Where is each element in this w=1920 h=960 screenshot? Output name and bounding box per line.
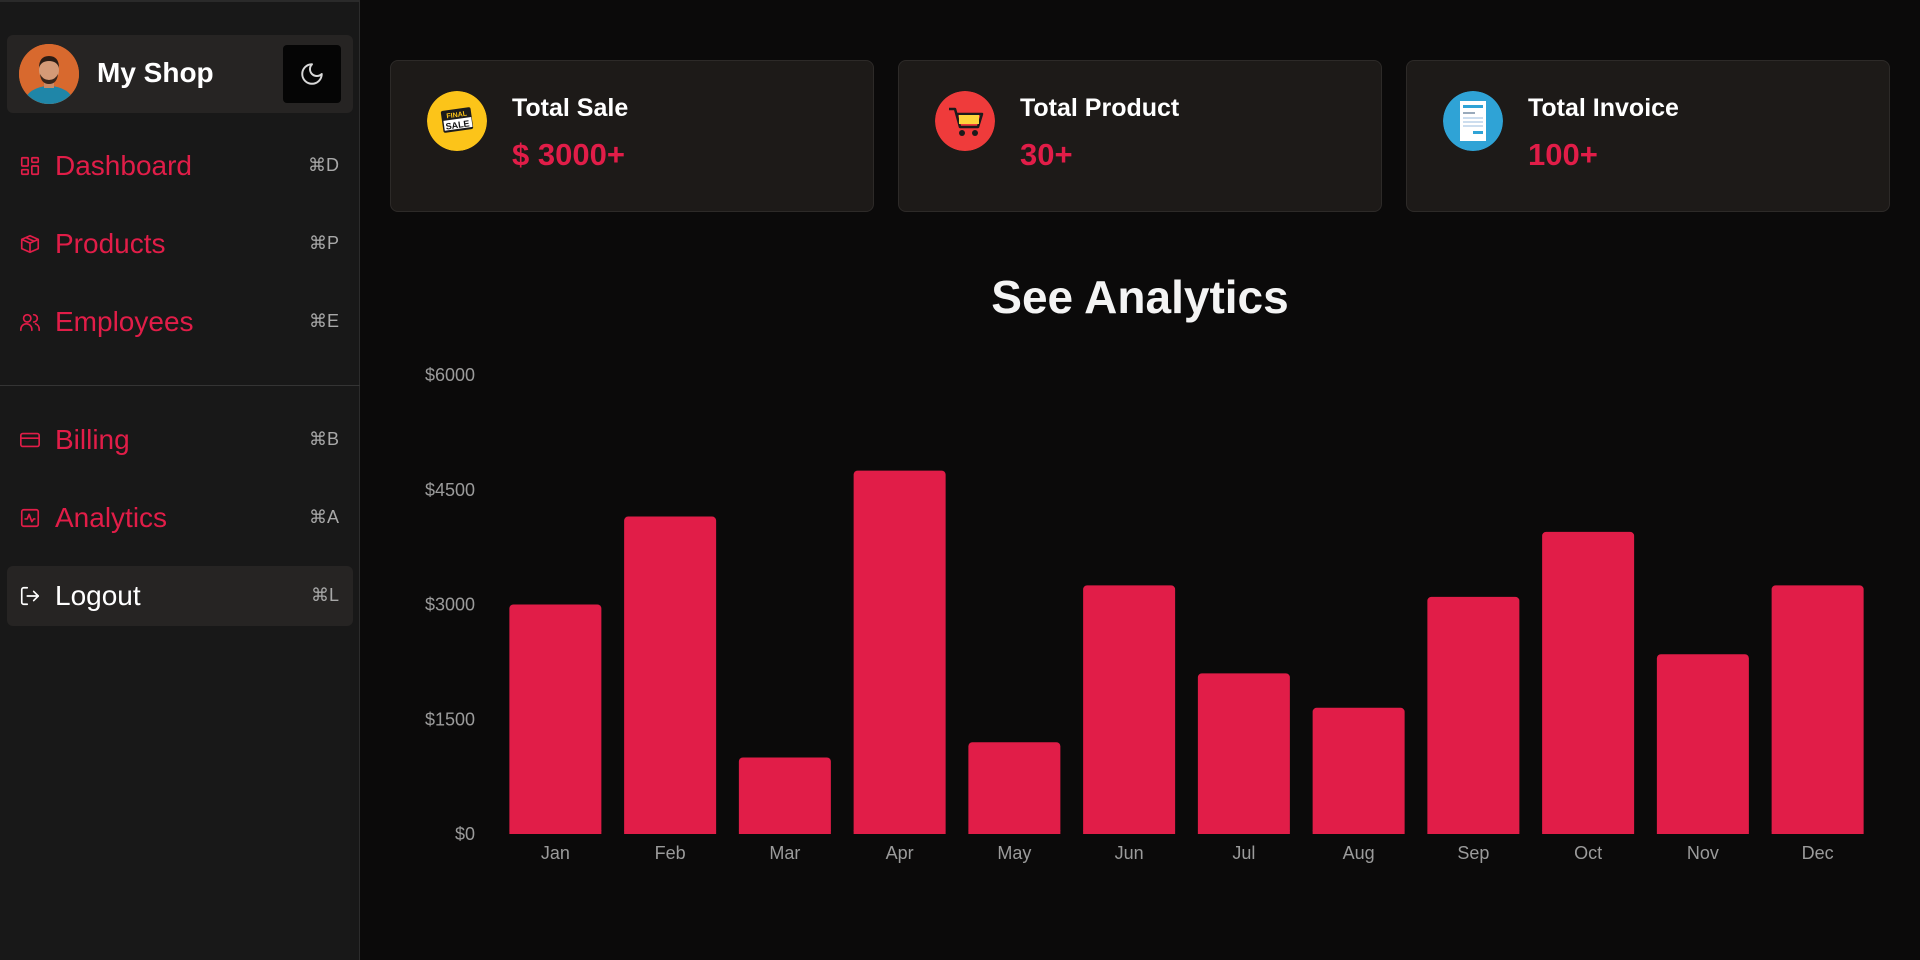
stat-card-total-sale: FINAL SALE Total Sale $ 3000+: [390, 60, 874, 212]
bar-base: [738, 830, 831, 834]
final-sale-icon: FINAL SALE: [427, 91, 487, 151]
sidebar-item-dashboard[interactable]: Dashboard ⌘D: [7, 136, 353, 196]
stat-card-total-invoice: Total Invoice 100+: [1406, 60, 1890, 212]
bar-base: [968, 830, 1061, 834]
card-title: Total Product: [1020, 94, 1180, 122]
analytics-title: See Analytics: [991, 271, 1289, 323]
invoice-icon: [1443, 91, 1503, 151]
bar-base: [1083, 830, 1176, 834]
credit-card-icon: [20, 432, 40, 448]
card-title: Total Sale: [512, 94, 629, 122]
x-tick-label: Nov: [1687, 843, 1719, 863]
users-icon: [20, 313, 40, 332]
bar-may[interactable]: [968, 742, 1061, 834]
shopping-cart-icon: [935, 91, 995, 151]
x-tick-label: Sep: [1457, 843, 1489, 863]
sidebar-item-label: Billing: [55, 424, 130, 455]
bar-jun[interactable]: [1083, 585, 1176, 834]
x-tick-label: Aug: [1343, 843, 1375, 863]
bar-dec[interactable]: [1771, 585, 1864, 834]
x-tick-label: Jan: [541, 843, 570, 863]
sidebar-item-billing[interactable]: Billing ⌘B: [7, 410, 353, 470]
x-tick-label: May: [997, 843, 1031, 863]
shortcut-hint: ⌘L: [310, 585, 339, 605]
card-value: $ 3000+: [512, 137, 625, 172]
x-tick-label: Jul: [1232, 843, 1255, 863]
bar-sep[interactable]: [1427, 596, 1520, 834]
bar-aug[interactable]: [1312, 707, 1405, 834]
bar-base: [509, 830, 602, 834]
sales-bar-chart: $0 $1500 $3000 $4500 $6000 Jan Feb Mar Apr May Jun…: [425, 365, 1864, 863]
y-tick-label: $4500: [425, 480, 475, 500]
bar-apr[interactable]: [853, 470, 946, 834]
theme-toggle-button[interactable]: [283, 45, 341, 103]
bar-base: [1656, 830, 1749, 834]
card-value: 30+: [1020, 137, 1073, 172]
bar-base: [1312, 830, 1405, 834]
y-tick-label: $0: [455, 824, 475, 844]
bar-jan[interactable]: [509, 604, 602, 835]
card-value: 100+: [1528, 137, 1598, 172]
shop-name: My Shop: [97, 57, 214, 88]
bar-base: [1427, 830, 1520, 834]
sidebar-item-label: Dashboard: [55, 150, 192, 181]
avatar[interactable]: [19, 44, 79, 104]
shortcut-hint: ⌘E: [308, 311, 339, 331]
x-tick-label: Dec: [1802, 843, 1834, 863]
shortcut-hint: ⌘D: [308, 155, 339, 175]
sidebar-item-label: Products: [55, 228, 166, 259]
logout-icon: [20, 586, 40, 606]
x-tick-label: Mar: [769, 843, 800, 863]
activity-icon: [20, 508, 40, 528]
stat-card-total-product: Total Product 30+: [898, 60, 1382, 212]
dashboard-icon: [20, 156, 40, 176]
sidebar-item-label: Analytics: [55, 502, 168, 533]
x-tick-label: Feb: [655, 843, 686, 863]
bar-base: [624, 830, 717, 834]
y-tick-label: $6000: [425, 365, 475, 385]
moon-icon: [301, 63, 323, 85]
bar-base: [1197, 830, 1290, 834]
shortcut-hint: ⌘B: [308, 429, 339, 449]
bar-base: [853, 830, 946, 834]
profile-header: My Shop: [7, 35, 353, 113]
bar-base: [1542, 830, 1635, 834]
bar-feb[interactable]: [624, 516, 717, 834]
sidebar-item-analytics[interactable]: Analytics ⌘A: [7, 488, 353, 548]
bar-jul[interactable]: [1197, 673, 1290, 834]
y-tick-label: $1500: [425, 709, 475, 729]
package-icon: [20, 234, 40, 254]
x-tick-label: Oct: [1574, 843, 1602, 863]
y-tick-label: $3000: [425, 595, 475, 615]
bar-base: [1771, 830, 1864, 834]
sidebar: My Shop Dashboard ⌘D Products ⌘P Employe…: [0, 0, 360, 960]
bar-oct[interactable]: [1542, 531, 1635, 834]
sidebar-item-logout[interactable]: Logout ⌘L: [7, 566, 353, 626]
bar-nov[interactable]: [1656, 654, 1749, 834]
shortcut-hint: ⌘A: [308, 507, 339, 527]
x-tick-label: Jun: [1115, 843, 1144, 863]
sidebar-item-employees[interactable]: Employees ⌘E: [7, 292, 353, 352]
sidebar-divider: [0, 385, 360, 386]
shortcut-hint: ⌘P: [308, 233, 339, 253]
sidebar-item-label: Employees: [55, 306, 194, 337]
card-title: Total Invoice: [1528, 94, 1679, 122]
sidebar-item-label: Logout: [55, 580, 141, 611]
bar-mar[interactable]: [738, 757, 831, 835]
x-tick-label: Apr: [886, 843, 914, 863]
sidebar-item-products[interactable]: Products ⌘P: [7, 214, 353, 274]
